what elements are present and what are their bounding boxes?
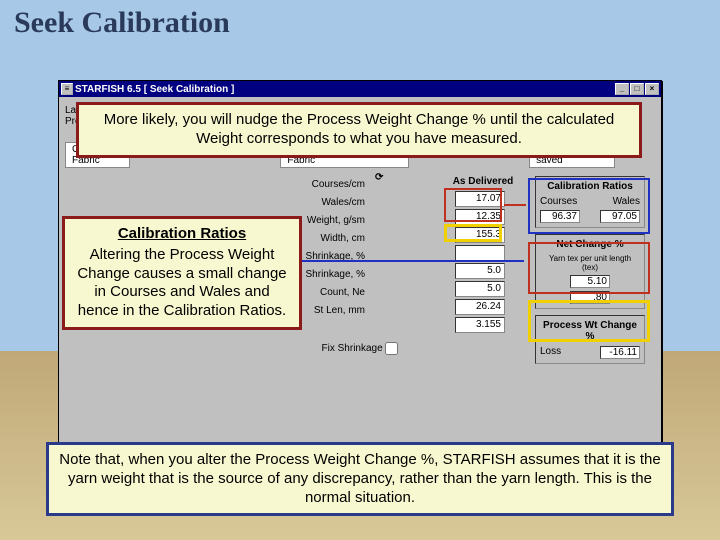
highlight-deliv-weight <box>444 224 502 242</box>
callout-mid-title: Calibration Ratios <box>75 225 289 244</box>
highlight-ratio-panel <box>528 178 650 234</box>
highlight-deliv-courses-wales <box>444 188 502 222</box>
highlight-pwc-panel <box>528 300 650 342</box>
slide-title: Seek Calibration <box>0 0 720 46</box>
pwc-value[interactable]: -16.11 <box>600 346 640 359</box>
window-title: STARFISH 6.5 [ Seek Calibration ] <box>73 84 614 95</box>
delivered-header: As Delivered <box>443 176 523 187</box>
callout-bottom: Note that, when you alter the Process We… <box>46 442 674 516</box>
arrow-callout-to-ratio <box>300 260 524 262</box>
fix-shrinkage-label: Fix Shrinkage <box>322 343 383 354</box>
row-wales: Wales/cm <box>255 194 365 212</box>
deliv-stlen[interactable]: 3.155 <box>455 317 505 333</box>
calc-header-icon[interactable]: ⟳ <box>375 172 383 183</box>
row-courses: Courses/cm <box>255 176 365 194</box>
system-menu-icon[interactable]: ≡ <box>61 83 73 95</box>
titlebar[interactable]: ≡ STARFISH 6.5 [ Seek Calibration ] _ □ … <box>59 81 661 97</box>
arrow-deliv-to-ratio <box>504 204 526 206</box>
callout-top-text: More likely, you will nudge the Process … <box>104 111 615 147</box>
deliv-count[interactable]: 26.24 <box>455 299 505 315</box>
highlight-netchange-panel <box>528 242 650 294</box>
deliv-wshrink[interactable]: 5.0 <box>455 281 505 297</box>
callout-top: More likely, you will nudge the Process … <box>76 102 642 158</box>
minimize-button[interactable]: _ <box>615 83 629 95</box>
deliv-lshrink[interactable]: 5.0 <box>455 263 505 279</box>
pwc-loss-lbl: Loss <box>540 346 561 359</box>
close-button[interactable]: × <box>645 83 659 95</box>
deliv-width[interactable] <box>455 245 505 261</box>
callout-mid: Calibration Ratios Altering the Process … <box>62 216 302 330</box>
fix-shrinkage-checkbox[interactable] <box>385 342 398 355</box>
callout-bottom-text: Note that, when you alter the Process We… <box>59 451 660 506</box>
callout-mid-body: Altering the Process Weight Change cause… <box>77 246 286 319</box>
maximize-button[interactable]: □ <box>630 83 644 95</box>
